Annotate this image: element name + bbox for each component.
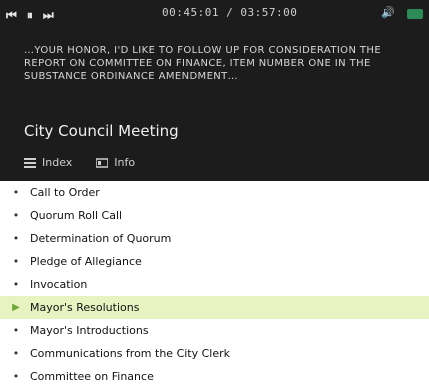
caption-text: …YOUR HONOR, I'D LIKE TO FOLLOW UP FOR C…: [24, 45, 382, 82]
agenda-item-label: Committee on Finance: [30, 370, 154, 383]
info-icon: [96, 157, 109, 168]
player-controls: ⏮ ⏸ ⏭ 00:45:01 / 03:57:00 🔊: [6, 6, 423, 24]
tab-index[interactable]: Index: [24, 156, 72, 169]
tab-info-label: Info: [114, 156, 136, 169]
agenda-item-committee-on-finance[interactable]: • Committee on Finance: [0, 365, 429, 388]
tab-info[interactable]: Info: [96, 156, 135, 169]
bullet-icon: •: [12, 232, 20, 245]
bullet-icon: •: [12, 255, 20, 268]
agenda-item-label: Mayor's Introductions: [30, 324, 149, 337]
header-tabs: Index Info: [24, 156, 135, 169]
bullet-icon: •: [12, 209, 20, 222]
play-marker-icon: ▶: [12, 302, 20, 313]
playback-time: 00:45:01 / 03:57:00: [162, 6, 298, 19]
bullet-icon: •: [12, 278, 20, 291]
agenda-item-determination-of-quorum[interactable]: • Determination of Quorum: [0, 227, 429, 250]
agenda-item-label: Mayor's Resolutions: [30, 301, 140, 314]
agenda-item-mayors-introductions[interactable]: • Mayor's Introductions: [0, 319, 429, 342]
agenda-item-label: Quorum Roll Call: [30, 209, 123, 222]
pause-button[interactable]: ⏸: [27, 8, 33, 23]
bullet-icon: •: [12, 347, 20, 360]
list-icon: [24, 157, 36, 168]
agenda-item-communications-city-clerk[interactable]: • Communications from the City Clerk: [0, 342, 429, 365]
bullet-icon: •: [12, 324, 20, 337]
agenda-item-call-to-order[interactable]: • Call to Order: [0, 181, 429, 204]
agenda-item-quorum-roll-call[interactable]: • Quorum Roll Call: [0, 204, 429, 227]
battery-icon: [407, 9, 423, 19]
tab-index-label: Index: [42, 156, 73, 169]
agenda-item-label: Pledge of Allegiance: [30, 255, 142, 268]
prev-button[interactable]: ⏮: [6, 8, 17, 23]
agenda-item-label: Call to Order: [30, 186, 100, 199]
bullet-icon: •: [12, 370, 20, 383]
agenda-list: • Call to Order • Quorum Roll Call • Det…: [0, 181, 429, 392]
volume-icon[interactable]: 🔊: [381, 6, 395, 19]
agenda-item-label: Determination of Quorum: [30, 232, 172, 245]
video-header: ⏮ ⏸ ⏭ 00:45:01 / 03:57:00 🔊 …YOUR HONOR,…: [0, 0, 429, 181]
agenda-item-label: Invocation: [30, 278, 88, 291]
agenda-item-mayors-resolutions[interactable]: ▶ Mayor's Resolutions: [0, 296, 429, 319]
agenda-item-pledge-of-allegiance[interactable]: • Pledge of Allegiance: [0, 250, 429, 273]
bullet-icon: •: [12, 186, 20, 199]
next-button[interactable]: ⏭: [43, 8, 54, 23]
agenda-item-invocation[interactable]: • Invocation: [0, 273, 429, 296]
agenda-item-label: Communications from the City Clerk: [30, 347, 231, 360]
page-title: City Council Meeting: [24, 122, 179, 140]
